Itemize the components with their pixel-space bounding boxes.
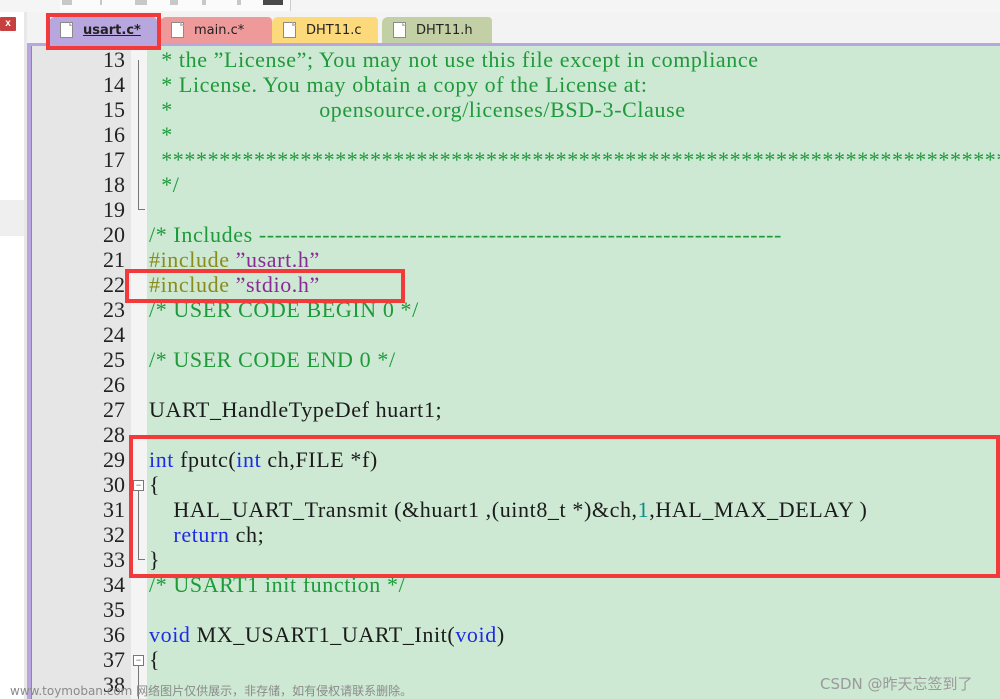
watermark-author: CSDN @昨天忘签到了: [820, 675, 973, 693]
code-line[interactable]: ****************************************…: [149, 147, 1000, 172]
toolbar-panel: [60, 0, 291, 11]
comment-text: * opensource.org/licenses/BSD-3-Clause: [149, 97, 686, 122]
line-number: 22: [103, 272, 125, 297]
toolbar-separator: [100, 0, 102, 5]
line-number: 36: [103, 622, 125, 647]
line-number: 34: [103, 572, 125, 597]
code-token: {: [149, 647, 161, 672]
keyword: void: [149, 622, 191, 647]
line-number: 37: [103, 647, 125, 672]
code-token: MX_USART1_UART_Init(: [190, 622, 456, 647]
comment-text: * the ”License”; You may not use this fi…: [149, 47, 759, 72]
line-number: 26: [103, 372, 125, 397]
line-number: 30: [103, 472, 125, 497]
comment-text: */: [149, 172, 180, 197]
toolbar-button-icon[interactable]: [62, 0, 72, 5]
toolbar-button-icon[interactable]: [170, 0, 178, 5]
line-number: 19: [103, 197, 125, 222]
line-number: 29: [103, 447, 125, 472]
comment-text: ****************************************…: [149, 147, 1000, 172]
line-number: 13: [103, 47, 125, 72]
tab-main-c[interactable]: main.c*: [160, 17, 272, 43]
line-number: 15: [103, 97, 125, 122]
comment-text: /* USER CODE END 0 */: [149, 347, 396, 372]
code-line[interactable]: * opensource.org/licenses/BSD-3-Clause: [149, 97, 686, 122]
project-panel-selected-row[interactable]: [0, 200, 24, 236]
code-line[interactable]: *: [149, 122, 173, 147]
code-token: ): [496, 622, 505, 647]
line-number: 23: [103, 297, 125, 322]
code-line[interactable]: * License. You may obtain a copy of the …: [149, 72, 648, 97]
toolbar-button-icon[interactable]: [263, 0, 283, 5]
project-panel: x: [0, 12, 25, 699]
code-line[interactable]: void MX_USART1_UART_Init(void): [149, 622, 505, 647]
toolbar-button-icon[interactable]: [135, 0, 147, 5]
fold-collapse-icon[interactable]: −: [133, 655, 144, 666]
fold-guide-line: [138, 60, 139, 210]
code-line[interactable]: UART_HandleTypeDef huart1;: [149, 397, 442, 422]
file-icon: [171, 22, 184, 38]
code-line[interactable]: /* USER CODE END 0 */: [149, 347, 396, 372]
code-editor[interactable]: [147, 46, 1000, 699]
tab-label: DHT11.h: [416, 22, 473, 38]
editor-tab-bar: usart.c* main.c* DHT11.c DHT11.h: [27, 12, 1000, 44]
tab-dht11-c[interactable]: DHT11.c: [272, 17, 378, 43]
file-icon: [393, 22, 406, 38]
line-number: 33: [103, 547, 125, 572]
line-number: 17: [103, 147, 125, 172]
toolbar-button-icon[interactable]: [202, 0, 206, 5]
code-line[interactable]: /* Includes ----------------------------…: [149, 222, 782, 247]
keyword: void: [455, 622, 497, 647]
line-number: 14: [103, 72, 125, 97]
line-number: 20: [103, 222, 125, 247]
tab-label: DHT11.c: [306, 22, 362, 38]
line-number: 24: [103, 322, 125, 347]
comment-text: /* Includes ----------------------------…: [149, 222, 782, 247]
line-number: 31: [103, 497, 125, 522]
tab-dht11-h[interactable]: DHT11.h: [382, 17, 492, 43]
line-number: 18: [103, 172, 125, 197]
code-line[interactable]: */: [149, 172, 180, 197]
close-panel-button[interactable]: x: [0, 17, 16, 31]
watermark-source: www.toymoban.com 网络图片仅供展示，非存储，如有侵权请联系删除。: [10, 684, 413, 698]
line-number: 27: [103, 397, 125, 422]
file-icon: [283, 22, 296, 38]
line-number: 35: [103, 597, 125, 622]
code-line[interactable]: {: [149, 647, 160, 672]
fold-end-marker: [138, 209, 145, 210]
fold-margin: [131, 46, 147, 699]
code-token: UART_HandleTypeDef huart1;: [149, 397, 443, 422]
line-number: 25: [103, 347, 125, 372]
line-number: 32: [103, 522, 125, 547]
code-line[interactable]: * the ”License”; You may not use this fi…: [149, 47, 759, 72]
line-number: 16: [103, 122, 125, 147]
highlight-box-fputc: [129, 435, 1000, 578]
highlight-box-stdio-include: [125, 269, 405, 303]
tab-label: main.c*: [194, 22, 245, 38]
highlight-box-usart-tab: [46, 13, 161, 50]
comment-text: * License. You may obtain a copy of the …: [149, 72, 648, 97]
comment-text: *: [149, 122, 173, 147]
line-number: 28: [103, 422, 125, 447]
toolbar-button-icon[interactable]: [237, 0, 241, 5]
line-number: 21: [103, 247, 125, 272]
